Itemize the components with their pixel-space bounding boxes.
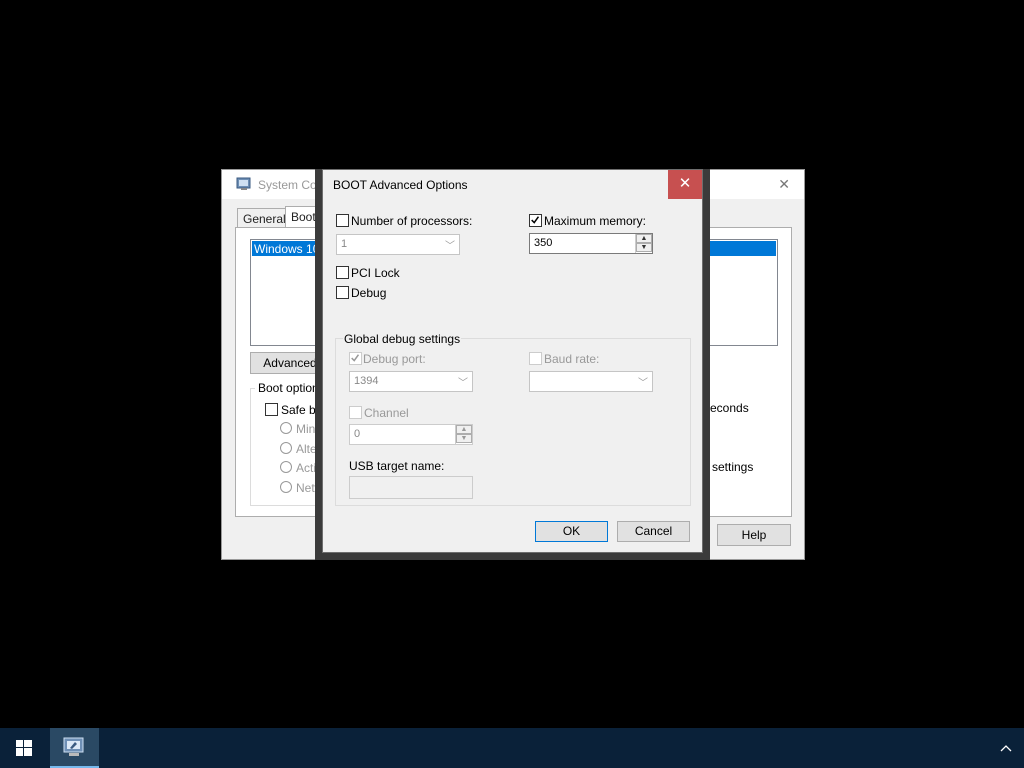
- radio-network[interactable]: [280, 481, 292, 493]
- cancel-button[interactable]: Cancel: [617, 521, 690, 542]
- channel-value: 0: [354, 428, 361, 440]
- taskbar: [0, 728, 1024, 768]
- baud-rate-select[interactable]: ﹀: [529, 371, 653, 392]
- taskbar-system-config-button[interactable]: [50, 728, 99, 768]
- spin-down-icon[interactable]: ▼: [456, 434, 472, 443]
- baud-rate-checkbox[interactable]: [529, 352, 542, 365]
- system-config-app-icon: [236, 177, 251, 190]
- debug-port-value: 1394: [354, 375, 379, 387]
- system-config-title: System Cor: [258, 178, 321, 192]
- num-processors-label: Number of processors:: [351, 214, 473, 228]
- max-memory-checkbox[interactable]: [529, 214, 542, 227]
- debug-port-checkbox[interactable]: [349, 352, 362, 365]
- channel-spinner[interactable]: ▲ ▼: [455, 425, 472, 444]
- timeout-seconds-label: econds: [710, 401, 749, 415]
- dialog-titlebar: BOOT Advanced Options ✕: [323, 170, 702, 199]
- show-hidden-icons-chevron-icon[interactable]: [994, 738, 1018, 758]
- pci-lock-checkbox[interactable]: [336, 266, 349, 279]
- debug-port-label: Debug port:: [363, 352, 426, 366]
- radio-active-directory[interactable]: [280, 461, 292, 473]
- dialog-close-button[interactable]: ✕: [668, 170, 702, 199]
- ok-button[interactable]: OK: [535, 521, 608, 542]
- chevron-up-icon: [1000, 745, 1012, 752]
- chevron-down-icon: ﹀: [458, 378, 468, 389]
- pci-lock-label: PCI Lock: [351, 266, 400, 280]
- debug-port-select[interactable]: 1394 ﹀: [349, 371, 473, 392]
- dialog-title: BOOT Advanced Options: [333, 178, 468, 192]
- num-processors-checkbox[interactable]: [336, 214, 349, 227]
- radio-minimal[interactable]: [280, 422, 292, 434]
- debug-checkbox[interactable]: [336, 286, 349, 299]
- checkmark-icon: [351, 354, 360, 362]
- spin-up-icon[interactable]: ▲: [636, 234, 652, 243]
- start-button[interactable]: [0, 728, 48, 768]
- num-processors-select[interactable]: 1 ﹀: [336, 234, 460, 255]
- num-processors-value: 1: [341, 238, 348, 250]
- channel-checkbox[interactable]: [349, 406, 362, 419]
- tab-general[interactable]: General: [237, 208, 292, 228]
- safe-boot-checkbox[interactable]: [265, 403, 278, 416]
- global-debug-settings-label: Global debug settings: [343, 332, 462, 346]
- windows-logo-icon: [16, 740, 32, 756]
- max-memory-value: 350: [534, 237, 553, 249]
- usb-target-label: USB target name:: [349, 459, 445, 473]
- channel-label: Channel: [364, 406, 409, 420]
- chevron-down-icon: ﹀: [445, 241, 455, 252]
- system-config-close-icon[interactable]: ✕: [778, 176, 790, 193]
- help-button[interactable]: Help: [717, 524, 791, 546]
- debug-label: Debug: [351, 286, 387, 300]
- boot-advanced-options-dialog: BOOT Advanced Options ✕ Number of proces…: [322, 169, 703, 553]
- make-permanent-settings-label: settings: [712, 460, 754, 474]
- system-config-app-icon: [63, 737, 84, 756]
- checkmark-icon: [531, 216, 540, 224]
- chevron-down-icon: ﹀: [638, 378, 648, 389]
- max-memory-label: Maximum memory:: [544, 214, 647, 228]
- usb-target-input[interactable]: [349, 476, 473, 499]
- spin-up-icon[interactable]: ▲: [456, 425, 472, 434]
- spin-down-icon[interactable]: ▼: [636, 243, 652, 252]
- radio-alternate-shell[interactable]: [280, 442, 292, 454]
- max-memory-spinner[interactable]: ▲ ▼: [635, 234, 652, 253]
- close-icon: ✕: [678, 175, 692, 192]
- baud-rate-label: Baud rate:: [544, 352, 600, 366]
